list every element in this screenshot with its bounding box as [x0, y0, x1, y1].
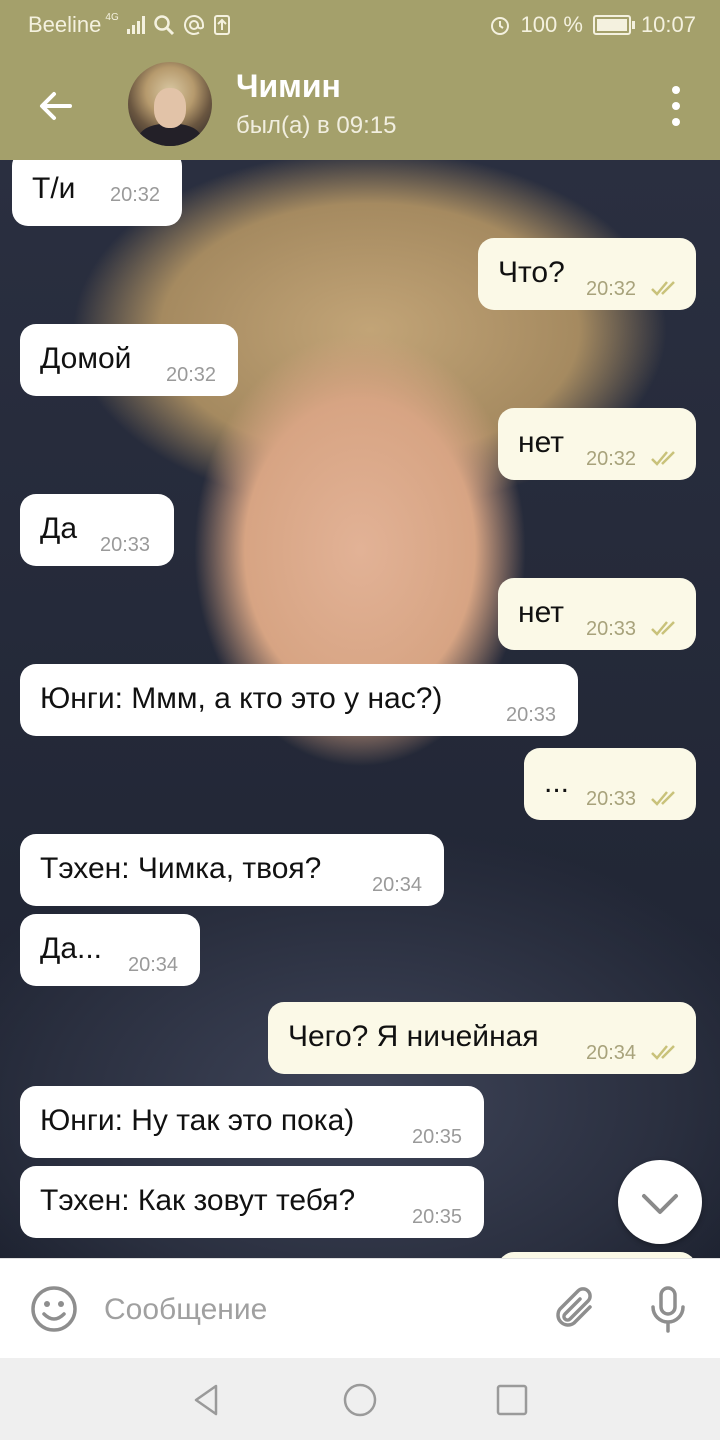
message-text: Тэхен: Как зовут тебя? — [40, 1184, 356, 1217]
message-incoming[interactable]: Юнги: Ну так это пока) 20:35 — [20, 1086, 484, 1158]
signal-icon — [126, 16, 145, 34]
message-text: нет — [518, 596, 564, 629]
network-type: 4G — [105, 11, 119, 23]
clock: 10:07 — [640, 12, 696, 37]
message-time: 20:33 — [586, 788, 637, 810]
message-incoming[interactable]: Тэхен: Как зовут тебя? 20:35 — [20, 1166, 484, 1238]
message-incoming[interactable]: Домой 20:32 — [20, 324, 238, 396]
chat-history[interactable]: Т/и 20:32 Что? 20:32 Домой 20:32 нет 20:… — [0, 160, 720, 1258]
read-check-icon — [651, 621, 675, 636]
triangle-back-icon[interactable] — [188, 1382, 224, 1418]
microphone-icon[interactable] — [642, 1283, 694, 1335]
battery-percent: 100 % — [520, 12, 583, 37]
arrow-left-icon[interactable] — [36, 86, 76, 126]
status-right: 100 % 10:07 — [489, 12, 696, 38]
message-outgoing[interactable]: нет 20:33 — [498, 578, 696, 650]
chat-header: Чимин был(а) в 09:15 — [0, 50, 720, 160]
message-text: ... — [544, 766, 570, 799]
message-time: 20:32 — [586, 448, 637, 470]
message-outgoing[interactable]: Что? 20:32 — [478, 238, 696, 310]
alarm-icon — [490, 17, 509, 35]
search-icon — [153, 15, 174, 36]
avatar[interactable] — [128, 62, 212, 146]
message-text: Домой — [40, 342, 132, 375]
message-time: 20:35 — [412, 1126, 463, 1148]
chevron-down-icon — [642, 1194, 678, 1214]
message-incoming[interactable]: Т/и 20:32 — [12, 160, 182, 226]
message-text: Юнги: Ммм, а кто это у нас?) — [40, 682, 443, 715]
message-incoming[interactable]: Тэхен: Чимка, твоя? 20:34 — [20, 834, 444, 906]
upload-icon — [213, 15, 230, 35]
message-outgoing[interactable]: Чего? Я ничейная 20:34 — [268, 1002, 696, 1074]
read-check-icon — [651, 281, 675, 296]
message-outgoing[interactable]: ... 20:33 — [524, 748, 696, 820]
message-time: 20:32 — [166, 364, 217, 386]
message-time: 20:32 — [110, 184, 161, 206]
message-text: Чего? Я ничейная — [288, 1020, 539, 1053]
message-incoming[interactable]: Юнги: Ммм, а кто это у нас?) 20:33 — [20, 664, 578, 736]
message-composer: Сообщение — [0, 1258, 720, 1359]
more-vert-icon[interactable] — [670, 86, 682, 126]
message-incoming[interactable]: Да 20:33 — [20, 494, 174, 566]
message-time: 20:34 — [372, 874, 423, 896]
message-time: 20:34 — [128, 954, 179, 976]
message-time: 20:32 — [586, 278, 637, 300]
avatar-face — [154, 88, 186, 128]
status-bar: Beeline 4G 100 % 10:07 — [0, 0, 720, 50]
contact-name[interactable]: Чимин — [236, 68, 341, 105]
last-seen: был(а) в 09:15 — [236, 112, 397, 139]
message-text: Да — [40, 512, 78, 545]
square-recent-icon[interactable] — [494, 1382, 530, 1418]
read-check-icon — [651, 451, 675, 466]
message-text: Да... — [40, 932, 103, 965]
message-text: Тэхен: Чимка, твоя? — [40, 852, 322, 885]
scroll-down-button[interactable] — [618, 1160, 702, 1244]
message-time: 20:33 — [100, 534, 151, 556]
message-time: 20:34 — [586, 1042, 637, 1064]
message-text: Что? — [498, 256, 565, 289]
status-left: Beeline 4G — [28, 12, 231, 38]
circle-home-icon[interactable] — [342, 1382, 378, 1418]
message-text: Юнги: Ну так это пока) — [40, 1104, 355, 1137]
smiley-icon[interactable] — [28, 1283, 80, 1335]
read-check-icon — [651, 791, 675, 806]
paperclip-icon[interactable] — [550, 1283, 602, 1335]
message-time: 20:33 — [506, 704, 557, 726]
battery-icon — [592, 15, 635, 35]
read-check-icon — [651, 1045, 675, 1060]
at-sign-icon — [183, 15, 204, 35]
message-time: 20:33 — [586, 618, 637, 640]
message-input[interactable]: Сообщение — [104, 1293, 267, 1327]
message-time: 20:35 — [412, 1206, 463, 1228]
message-text: нет — [518, 426, 564, 459]
carrier-name: Beeline — [28, 12, 102, 37]
system-nav-bar — [0, 1358, 720, 1440]
message-incoming[interactable]: Да... 20:34 — [20, 914, 200, 986]
message-outgoing[interactable]: нет 20:32 — [498, 408, 696, 480]
message-text: Т/и — [32, 172, 76, 205]
